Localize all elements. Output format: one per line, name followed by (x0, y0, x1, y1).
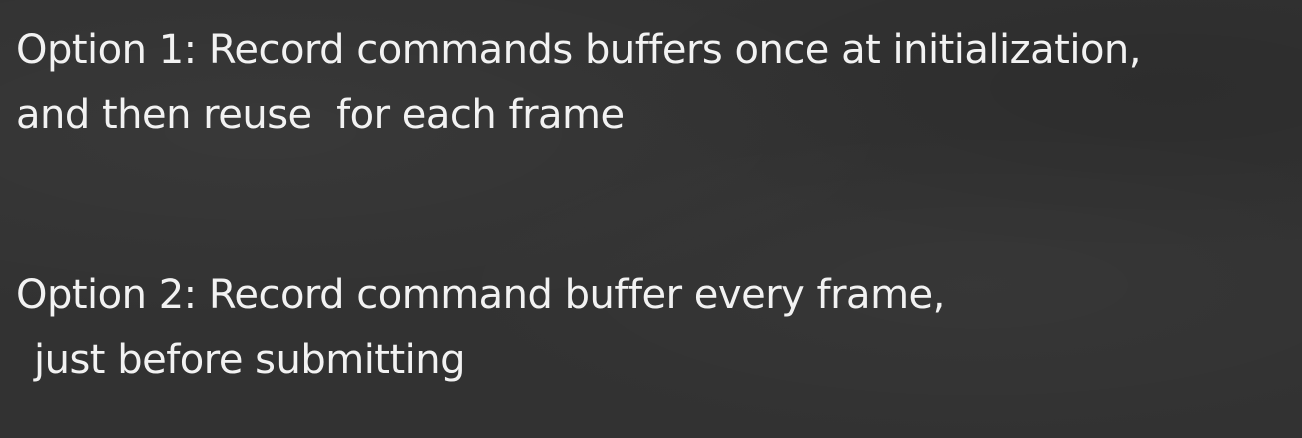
option-2-line-1: Option 2: Record command buffer every fr… (16, 272, 945, 318)
option-1-line-2: and then reuse for each frame (16, 92, 625, 138)
slide: Option 1: Record commands buffers once a… (0, 0, 1302, 438)
option-1-line-1: Option 1: Record commands buffers once a… (16, 27, 1142, 73)
option-2-line-2: just before submitting (34, 337, 466, 383)
